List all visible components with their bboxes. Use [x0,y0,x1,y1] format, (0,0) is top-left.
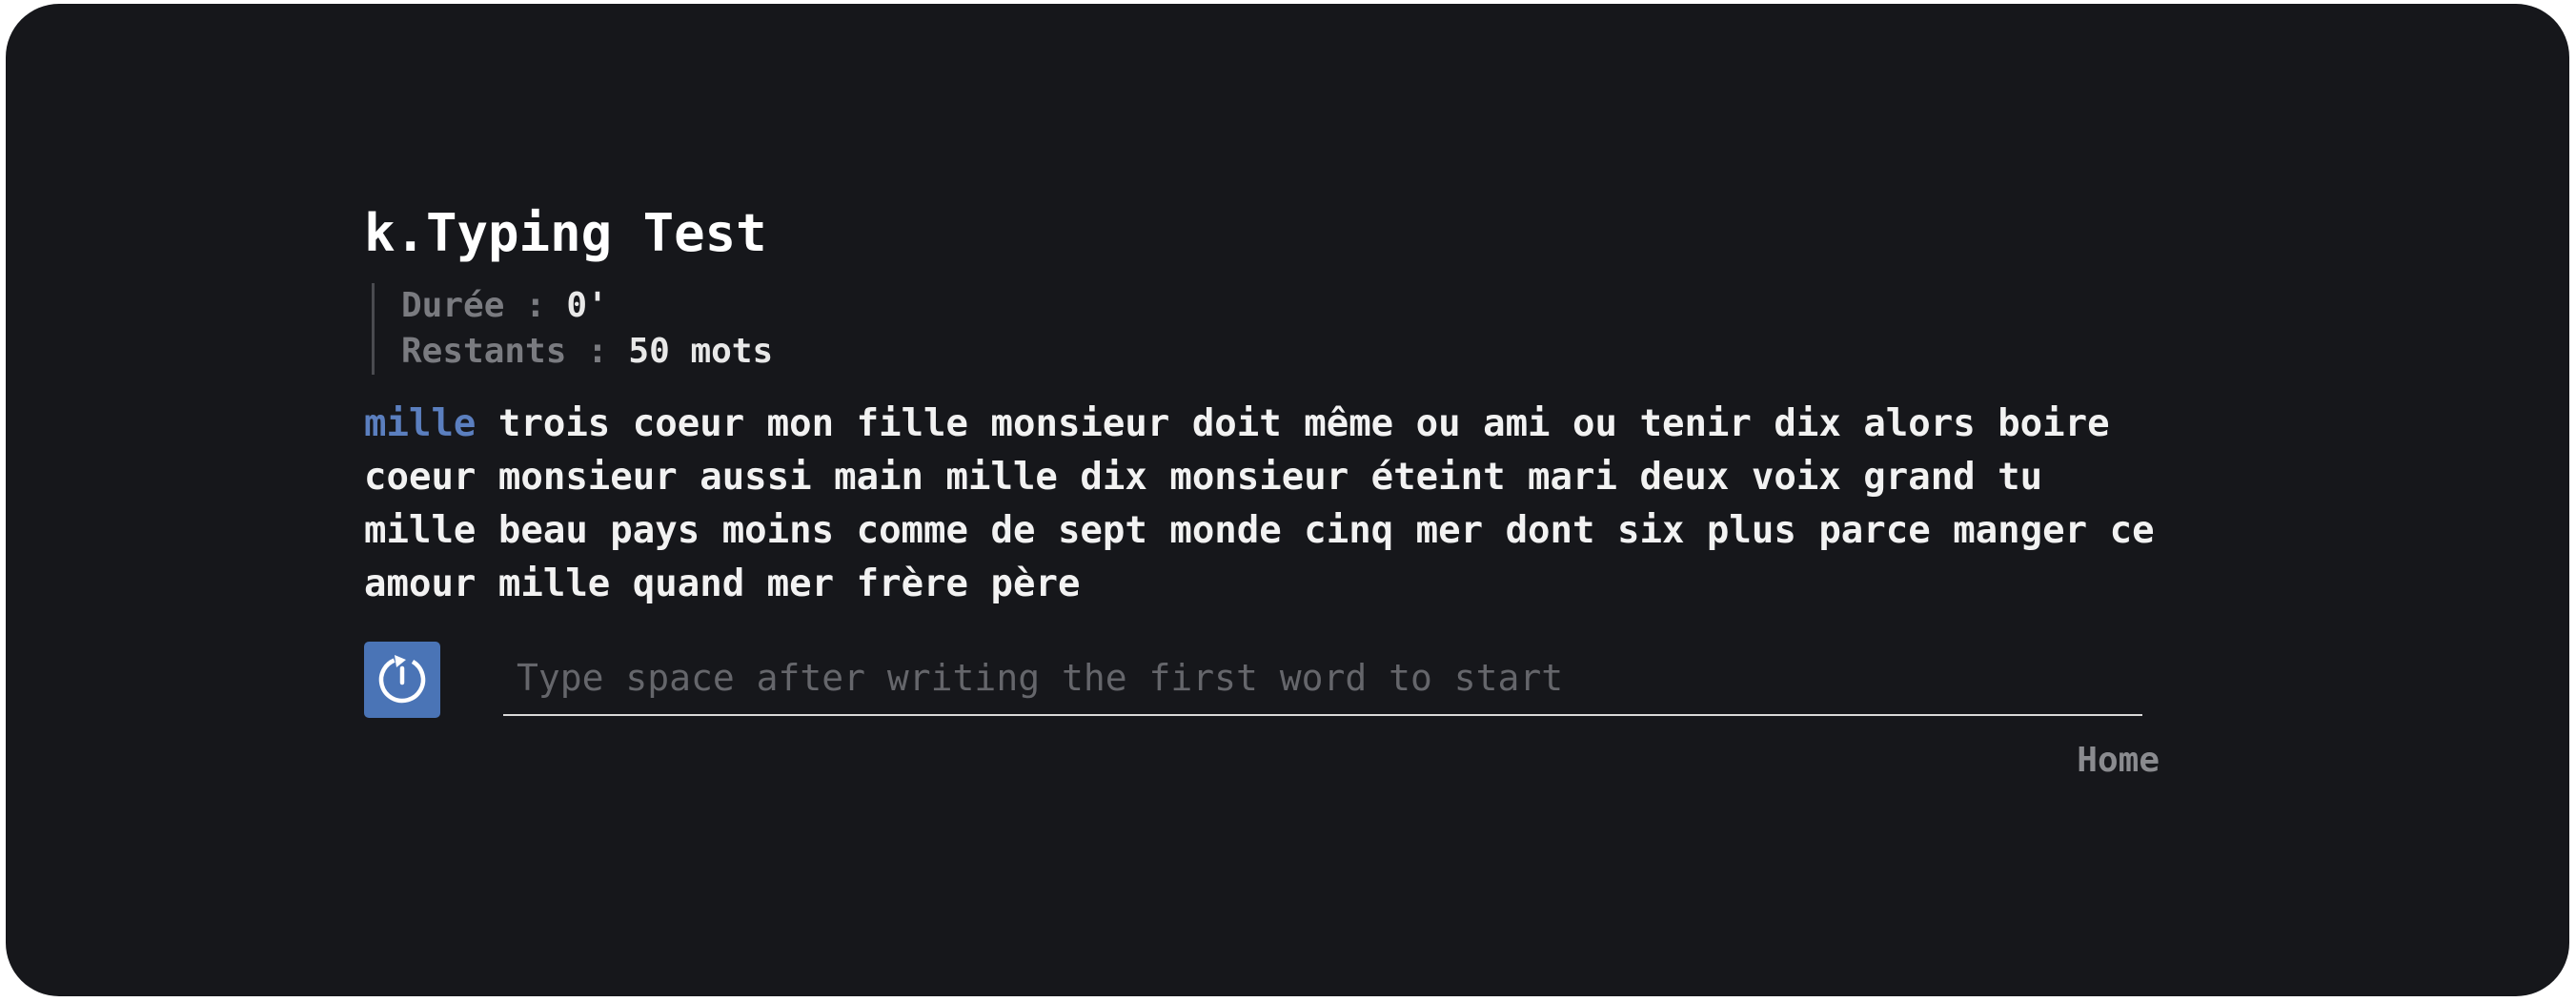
word: aussi [700,456,812,499]
home-link[interactable]: Home [2077,741,2160,780]
word-list: mille trois coeur mon fille monsieur doi… [364,398,2156,611]
word: moins [721,509,835,552]
footer-nav: Home [364,741,2160,780]
word: alors [1863,402,1976,445]
word: comme [856,509,968,552]
word: dix [1774,402,1841,445]
word: ce [2109,509,2155,552]
stats-panel: Durée : 0' Restants : 50 mots [372,283,2175,375]
word: monsieur [497,456,678,499]
duration-label: Durée : [401,286,567,325]
word: ami [1483,402,1551,445]
word: fille [856,402,969,445]
word: boire [1998,402,2110,445]
word: amour [364,562,477,605]
word: plus [1706,509,1796,552]
remaining-label: Restants : [401,332,629,371]
word: doit [1191,402,1282,445]
word: main [834,456,924,499]
word: coeur [632,402,745,445]
word: grand [1863,456,1976,499]
restart-button[interactable] [364,642,440,718]
word: deux [1639,456,1730,499]
word: ou [1415,402,1461,445]
word: cinq [1304,509,1394,552]
word: mille [497,562,611,605]
word: mille [364,509,477,552]
word: monsieur [1169,456,1349,499]
remaining-stat: Restants : 50 mots [401,329,2175,375]
duration-stat: Durée : 0' [401,283,2175,329]
word: père [990,562,1081,605]
word: mer [766,562,835,605]
app-window: k.Typing Test Durée : 0' Restants : 50 m… [6,4,2569,996]
word: coeur [364,456,477,499]
word: de [990,509,1036,552]
word: frère [856,562,969,605]
word: tu [1998,456,2043,499]
word: pays [610,509,700,552]
restart-icon [378,655,426,704]
word: sept [1057,509,1147,552]
word: dix [1080,456,1147,499]
word: quand [632,562,745,605]
word: même [1304,402,1394,445]
word: dont [1505,509,1595,552]
word: tenir [1639,402,1752,445]
word: six [1616,509,1685,552]
duration-value: 0' [566,286,608,325]
word: mille [945,456,1058,499]
page-title: k.Typing Test [364,203,767,263]
current-word: mille [364,402,477,445]
typing-input[interactable] [503,642,2142,716]
word: voix [1751,456,1841,499]
word: monde [1169,509,1282,552]
word: éteint [1370,456,1506,499]
input-row [364,642,2175,720]
word: beau [497,509,588,552]
word: mari [1528,456,1617,499]
remaining-value: 50 mots [628,332,774,371]
word: trois [497,402,611,445]
word: manger [1953,509,2088,552]
word: mon [766,402,835,445]
word: ou [1572,402,1617,445]
word: monsieur [990,402,1170,445]
typing-test-panel: k.Typing Test Durée : 0' Restants : 50 m… [364,199,2175,780]
word: mer [1415,509,1484,552]
word: parce [1818,509,1931,552]
